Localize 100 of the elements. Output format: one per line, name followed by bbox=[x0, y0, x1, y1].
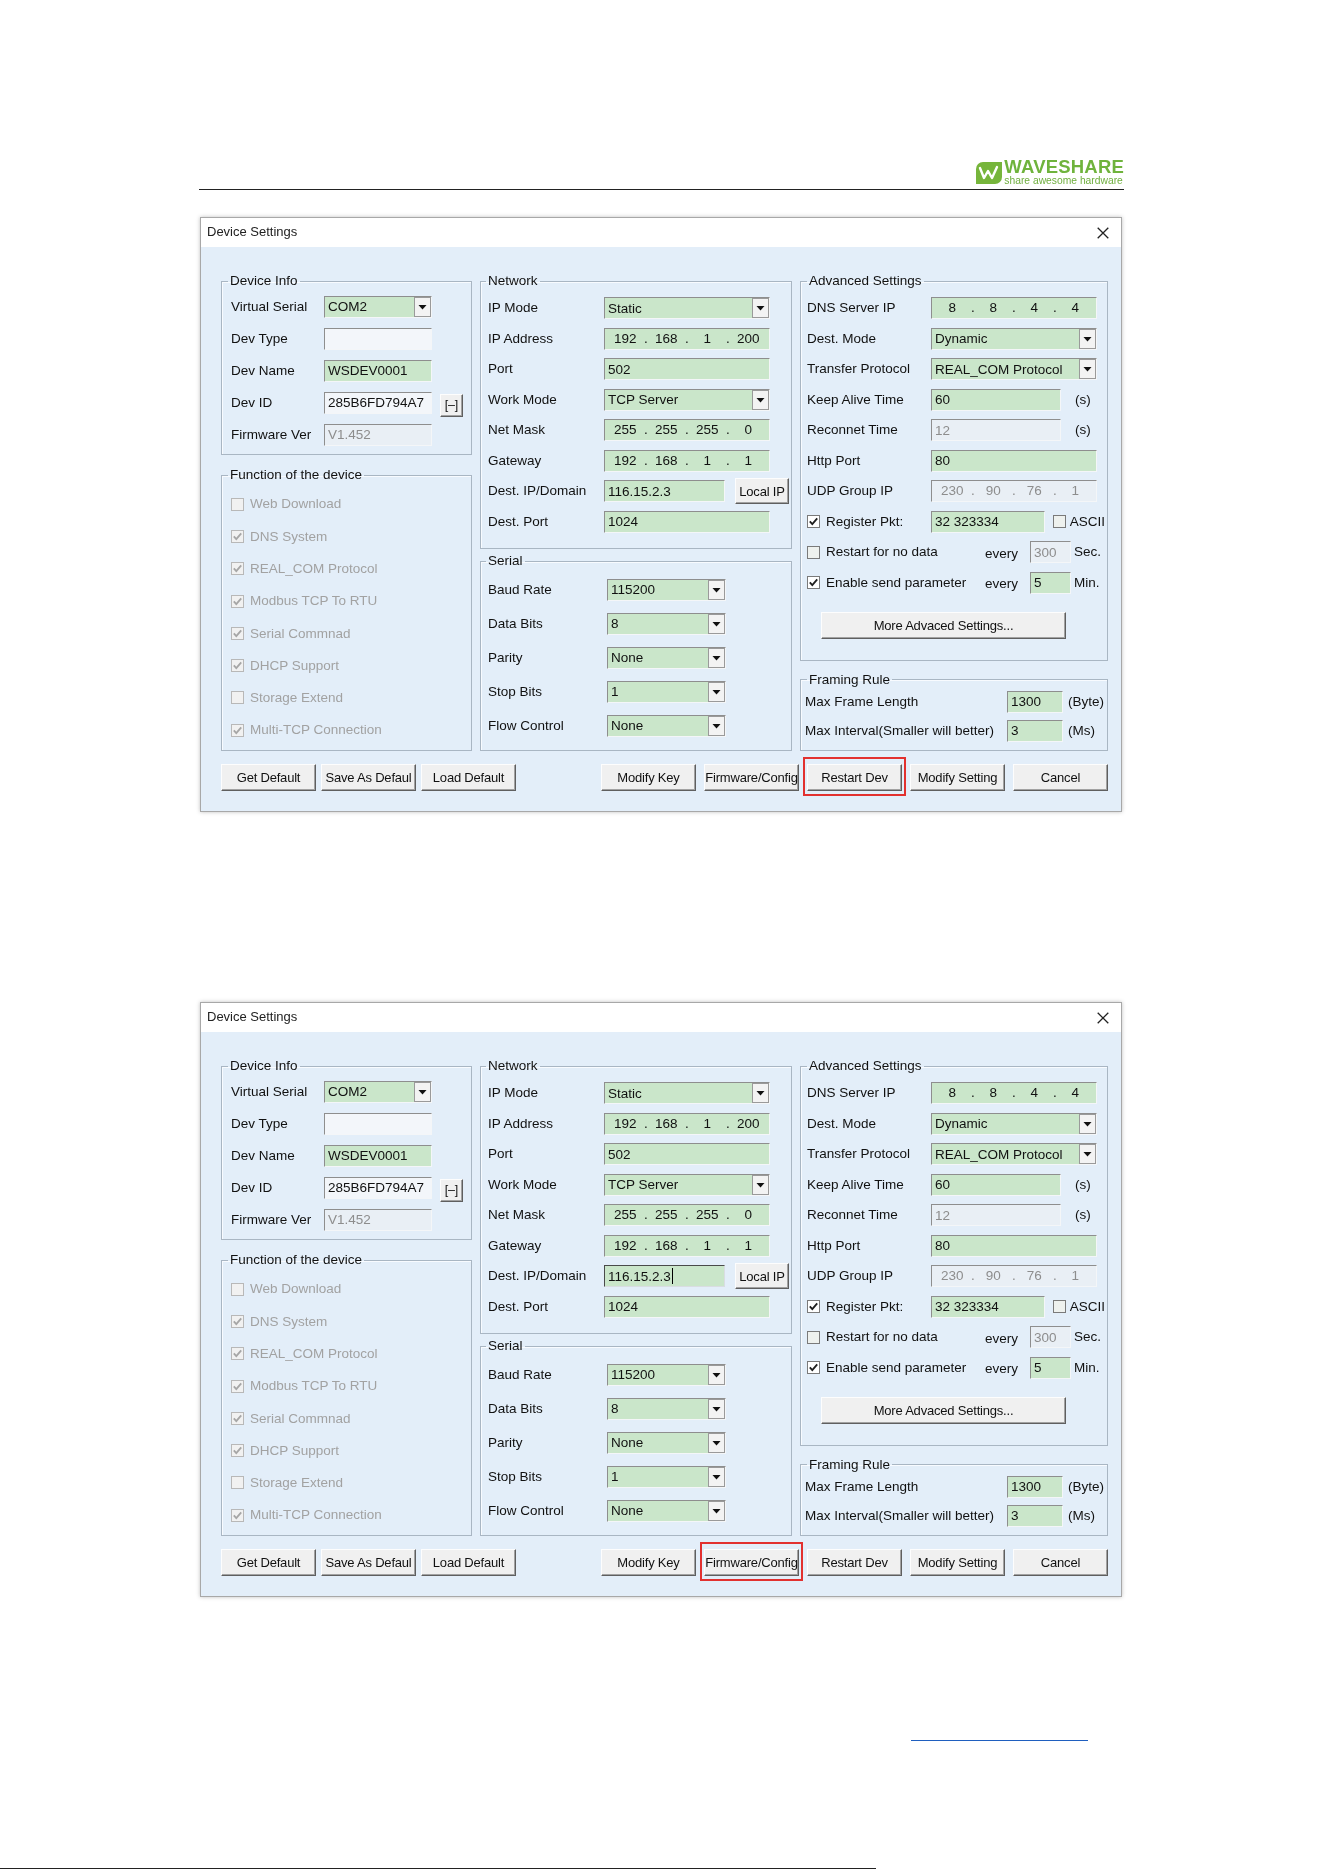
dropdown-field[interactable]: COM2 bbox=[324, 1081, 432, 1103]
text-field[interactable] bbox=[324, 1113, 432, 1135]
dropdown-field[interactable]: Static bbox=[604, 297, 770, 320]
ip-address-field[interactable]: 192 . 168 . 1 . 1 bbox=[604, 1234, 770, 1257]
caret-icon[interactable] bbox=[708, 1433, 725, 1453]
dropdown-field[interactable]: None bbox=[607, 1432, 726, 1454]
dropdown-field[interactable]: REAL_COM Protocol bbox=[931, 1143, 1097, 1166]
dropdown-field[interactable]: 8 bbox=[607, 1398, 726, 1420]
dropdown-field[interactable]: None bbox=[607, 715, 726, 737]
caret-icon[interactable] bbox=[414, 297, 431, 317]
dialog-button[interactable]: Cancel bbox=[1013, 1549, 1108, 1576]
caret-icon[interactable] bbox=[708, 614, 725, 634]
dialog-button[interactable]: [–] bbox=[440, 393, 463, 417]
text-field[interactable]: 1024 bbox=[604, 510, 770, 533]
caret-icon[interactable] bbox=[1079, 359, 1096, 380]
text-field[interactable]: 32 323334 bbox=[931, 1295, 1045, 1318]
caret-icon[interactable] bbox=[1079, 1113, 1096, 1134]
ip-address-field[interactable]: 8 . 8 . 4 . 4 bbox=[931, 297, 1097, 320]
text-field[interactable]: 116.15.2.3 bbox=[604, 480, 725, 503]
dropdown-field[interactable]: 115200 bbox=[607, 579, 726, 601]
caret-icon[interactable] bbox=[708, 682, 725, 702]
dialog-button[interactable]: Restart Dev bbox=[807, 764, 902, 791]
dialog-button[interactable]: Local IP bbox=[735, 478, 789, 505]
text-field[interactable]: WSDEV0001 bbox=[324, 360, 432, 382]
dialog-button[interactable]: Modify Setting bbox=[910, 1549, 1005, 1576]
dropdown-field[interactable]: REAL_COM Protocol bbox=[931, 358, 1097, 381]
dropdown-field[interactable]: COM2 bbox=[324, 296, 432, 318]
text-field[interactable]: 285B6FD794A7 bbox=[324, 1177, 432, 1199]
text-field[interactable]: 502 bbox=[604, 1143, 770, 1166]
text-field[interactable]: 1024 bbox=[604, 1295, 770, 1318]
caret-icon[interactable] bbox=[708, 580, 725, 600]
dropdown-field[interactable]: TCP Server bbox=[604, 1173, 770, 1196]
dialog-button[interactable]: [–] bbox=[440, 1178, 463, 1202]
dialog-button[interactable]: Restart Dev bbox=[807, 1549, 902, 1576]
dropdown-field[interactable]: None bbox=[607, 1500, 726, 1522]
text-field[interactable]: WSDEV0001 bbox=[324, 1145, 432, 1167]
ip-address-field[interactable]: 8 . 8 . 4 . 4 bbox=[931, 1082, 1097, 1105]
text-field[interactable]: 285B6FD794A7 bbox=[324, 392, 432, 414]
text-field[interactable]: 60 bbox=[931, 388, 1061, 411]
text-field[interactable]: 5 bbox=[1030, 1356, 1071, 1379]
close-icon[interactable] bbox=[1097, 1011, 1109, 1024]
text-field[interactable]: 80 bbox=[931, 1234, 1097, 1257]
checkbox[interactable] bbox=[807, 1361, 820, 1375]
text-field[interactable]: 60 bbox=[931, 1173, 1061, 1196]
checkbox[interactable] bbox=[807, 515, 820, 529]
dropdown-field[interactable]: Static bbox=[604, 1082, 770, 1105]
caret-icon[interactable] bbox=[708, 1467, 725, 1487]
checkbox[interactable] bbox=[807, 1330, 820, 1344]
text-field[interactable]: 3 bbox=[1007, 720, 1063, 742]
caret-icon[interactable] bbox=[1079, 1144, 1096, 1165]
text-field[interactable]: 116.15.2.3 bbox=[604, 1265, 725, 1288]
dialog-button[interactable]: More Advaced Settings... bbox=[821, 611, 1066, 639]
checkbox[interactable] bbox=[807, 1300, 820, 1314]
dialog-button[interactable]: Modify Key bbox=[601, 1549, 696, 1576]
dropdown-field[interactable]: 115200 bbox=[607, 1364, 726, 1386]
text-field[interactable] bbox=[324, 328, 432, 350]
text-field[interactable]: 80 bbox=[931, 449, 1097, 472]
caret-icon[interactable] bbox=[708, 1365, 725, 1385]
ip-address-field[interactable]: 255 . 255 . 255 . 0 bbox=[604, 419, 770, 442]
caret-icon[interactable] bbox=[752, 298, 769, 319]
caret-icon[interactable] bbox=[1079, 328, 1096, 349]
caret-icon[interactable] bbox=[752, 1174, 769, 1195]
caret-icon[interactable] bbox=[708, 716, 725, 736]
checkbox[interactable] bbox=[1052, 515, 1066, 529]
caret-icon[interactable] bbox=[414, 1082, 431, 1102]
checkbox[interactable] bbox=[807, 576, 820, 590]
caret-icon[interactable] bbox=[708, 1501, 725, 1521]
text-field[interactable]: 1300 bbox=[1007, 691, 1063, 713]
dialog-button[interactable]: Modify Setting bbox=[910, 764, 1005, 791]
ip-address-field[interactable]: 192 . 168 . 1 . 200 bbox=[604, 327, 770, 350]
caret-icon[interactable] bbox=[752, 1083, 769, 1104]
ip-address-field[interactable]: 192 . 168 . 1 . 1 bbox=[604, 449, 770, 472]
dropdown-field[interactable]: 1 bbox=[607, 1466, 726, 1488]
text-field[interactable]: 502 bbox=[604, 358, 770, 381]
text-field[interactable]: 32 323334 bbox=[931, 510, 1045, 533]
ip-address-field[interactable]: 192 . 168 . 1 . 200 bbox=[604, 1112, 770, 1135]
dialog-button[interactable]: Firmware/Config bbox=[704, 1549, 799, 1576]
text-field[interactable]: 3 bbox=[1007, 1505, 1063, 1527]
dropdown-field[interactable]: TCP Server bbox=[604, 388, 770, 411]
dropdown-field[interactable]: Dynamic bbox=[931, 1112, 1097, 1135]
dialog-button[interactable]: Get Default bbox=[221, 764, 316, 791]
checkbox[interactable] bbox=[1052, 1300, 1066, 1314]
dialog-button[interactable]: Save As Defaul bbox=[321, 764, 416, 791]
dialog-button[interactable]: Save As Defaul bbox=[321, 1549, 416, 1576]
dropdown-field[interactable]: 8 bbox=[607, 613, 726, 635]
dialog-button[interactable]: Firmware/Config bbox=[704, 764, 799, 791]
dropdown-field[interactable]: None bbox=[607, 647, 726, 669]
dialog-button[interactable]: Get Default bbox=[221, 1549, 316, 1576]
dialog-button[interactable]: Cancel bbox=[1013, 764, 1108, 791]
caret-icon[interactable] bbox=[752, 389, 769, 410]
caret-icon[interactable] bbox=[708, 1399, 725, 1419]
text-field[interactable]: 5 bbox=[1030, 571, 1071, 594]
dialog-button[interactable]: More Advaced Settings... bbox=[821, 1396, 1066, 1424]
text-field[interactable]: 1300 bbox=[1007, 1476, 1063, 1498]
dialog-button[interactable]: Load Default bbox=[421, 1549, 516, 1576]
checkbox[interactable] bbox=[807, 545, 820, 559]
dropdown-field[interactable]: Dynamic bbox=[931, 327, 1097, 350]
dialog-button[interactable]: Modify Key bbox=[601, 764, 696, 791]
dialog-button[interactable]: Local IP bbox=[735, 1263, 789, 1290]
dropdown-field[interactable]: 1 bbox=[607, 681, 726, 703]
